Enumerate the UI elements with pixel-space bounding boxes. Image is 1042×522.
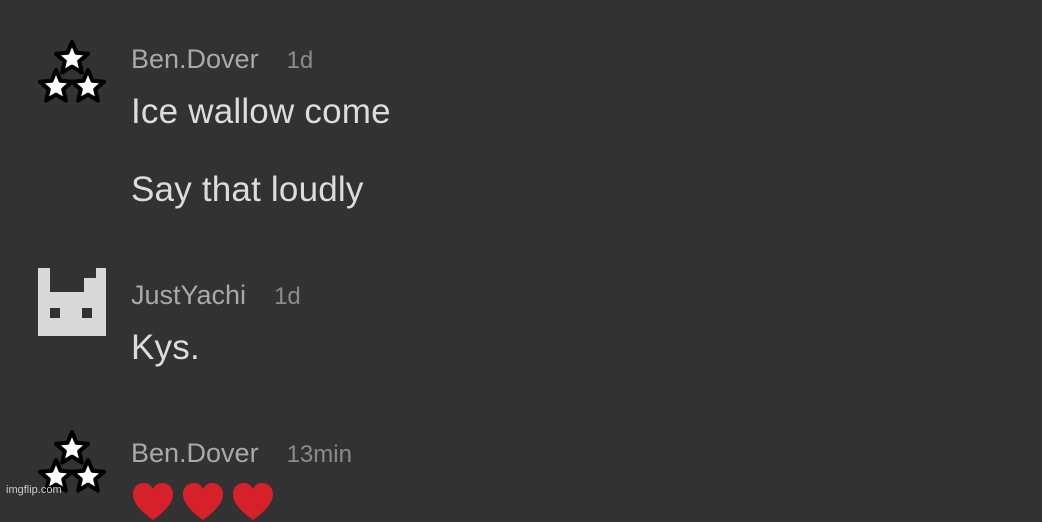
watermark: imgflip.com: [6, 484, 62, 496]
avatar[interactable]: [38, 268, 110, 340]
timestamp: 1d: [274, 283, 301, 310]
comment-item: Ben.Dover 13min: [0, 420, 1042, 520]
timestamp: 13min: [286, 441, 352, 468]
comment-message: Say that loudly: [131, 170, 364, 209]
pixel-face-icon: [38, 268, 106, 336]
avatar[interactable]: [36, 40, 108, 112]
username[interactable]: Ben.Dover: [131, 438, 259, 469]
three-stars-icon: [38, 40, 106, 103]
comment-message: Kys.: [131, 328, 200, 367]
heart-icon: [181, 482, 225, 522]
reaction-row: [131, 482, 275, 522]
heart-icon: [131, 482, 175, 522]
comment-message: Ice wallow come: [131, 92, 391, 131]
timestamp: 1d: [286, 47, 314, 74]
username[interactable]: Ben.Dover: [131, 44, 259, 75]
heart-icon: [231, 482, 275, 522]
comment-item: Ben.Dover 1d Ice wallow come Say that lo…: [0, 0, 1042, 240]
username[interactable]: JustYachi: [131, 280, 246, 311]
comment-item: JustYachi 1d Kys.: [0, 240, 1042, 420]
